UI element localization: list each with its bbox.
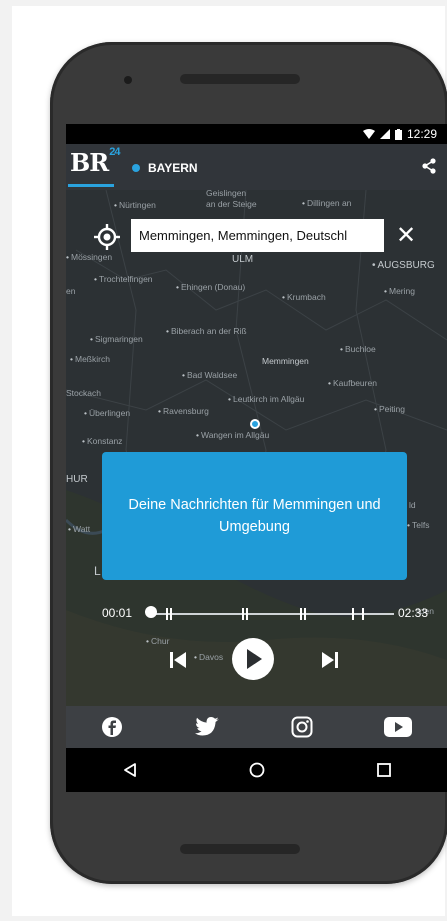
twitter-icon[interactable] (194, 716, 220, 738)
facebook-icon[interactable] (101, 716, 123, 738)
track-marker (352, 608, 354, 620)
map-label: Biberach an der Riß (166, 326, 247, 336)
map-label: Kaufbeuren (328, 378, 377, 388)
map-label: ld (409, 500, 416, 510)
share-icon[interactable] (421, 158, 437, 174)
crosshair-icon[interactable] (94, 224, 120, 250)
map-label: en (66, 286, 76, 296)
br24-logo[interactable]: BR24 (70, 146, 121, 177)
map-label: Telfs (407, 520, 429, 530)
phone-screen: 12:29 BR24 BAYERN Nürtingen (66, 124, 447, 792)
track-marker (170, 608, 172, 620)
camera (124, 76, 132, 84)
map-label: HUR (66, 474, 88, 485)
map-label: Buchloe (340, 344, 376, 354)
map-label: Geislingen (206, 188, 247, 198)
map-label: Mössingen (66, 252, 112, 262)
map-label: ULM (232, 254, 254, 265)
news-banner-text: Deine Nachrichten für Memmingen und Umge… (128, 497, 381, 535)
map-label: Ravensburg (158, 406, 209, 416)
map-label: AUGSBURG (372, 260, 435, 271)
speaker-top (180, 74, 300, 84)
track-marker (304, 608, 306, 620)
track-marker (242, 608, 244, 620)
instagram-icon[interactable] (291, 716, 313, 738)
map-label: an der Steige (206, 199, 257, 209)
map-label: Peiting (374, 404, 405, 414)
map-label: Mering (384, 286, 415, 296)
location-pin[interactable] (250, 419, 260, 429)
map-label: Konstanz (82, 436, 122, 446)
map-label: Leutkirch im Allgäu (228, 394, 304, 404)
location-search-input[interactable] (131, 219, 384, 252)
skip-next-icon[interactable] (320, 650, 340, 670)
map-label: Watt (68, 524, 90, 534)
signal-icon (379, 129, 390, 139)
track-marker (300, 608, 302, 620)
wifi-icon (362, 129, 375, 139)
map-label: Meßkirch (70, 354, 110, 364)
skip-previous-icon[interactable] (168, 650, 188, 670)
map-label: Memmingen (262, 356, 309, 366)
audio-player: 00:01 02:33 (66, 594, 447, 704)
map-label: Ehingen (Donau) (176, 282, 245, 292)
logo-text: BR (70, 148, 109, 177)
map-label: Überlingen (84, 408, 130, 418)
logo-superscript: 24 (109, 146, 120, 158)
play-button[interactable] (232, 638, 274, 680)
recents-icon[interactable] (377, 763, 392, 777)
local-news-banner[interactable]: Deine Nachrichten für Memmingen und Umge… (102, 452, 407, 580)
home-icon[interactable] (249, 762, 265, 778)
close-icon[interactable]: ✕ (396, 224, 416, 248)
region-label: BAYERN (148, 161, 198, 175)
region-selector[interactable]: BAYERN (132, 161, 198, 175)
social-bar (66, 706, 447, 748)
system-nav-bar (66, 748, 447, 792)
youtube-icon[interactable] (383, 717, 412, 737)
progress-track[interactable] (148, 608, 394, 620)
map-label: Trochtelfingen (94, 274, 153, 284)
progress-knob[interactable] (145, 606, 157, 618)
battery-icon (394, 128, 402, 140)
map-label: Sigmaringen (90, 334, 143, 344)
status-time: 12:29 (406, 127, 437, 141)
track-marker (362, 608, 364, 620)
track-marker (166, 608, 168, 620)
map-label: Krumbach (282, 292, 326, 302)
end-time: 02:33 (398, 606, 429, 620)
app-bar: BR24 BAYERN (66, 144, 447, 190)
region-dot (132, 164, 140, 172)
play-icon (247, 649, 262, 669)
status-bar: 12:29 (66, 124, 447, 144)
map-label: Nürtingen (114, 200, 156, 210)
speaker-bottom (180, 844, 300, 854)
map-label: Bad Waldsee (182, 370, 237, 380)
logo-underline (68, 184, 114, 187)
track-marker (246, 608, 248, 620)
map-label: Stockach (66, 388, 101, 398)
map-label: Wangen im Allgäu (196, 430, 269, 440)
current-time: 00:01 (102, 606, 133, 620)
back-icon[interactable] (122, 762, 138, 778)
map-label: L (94, 564, 101, 578)
map-label: Dillingen an (302, 198, 351, 208)
